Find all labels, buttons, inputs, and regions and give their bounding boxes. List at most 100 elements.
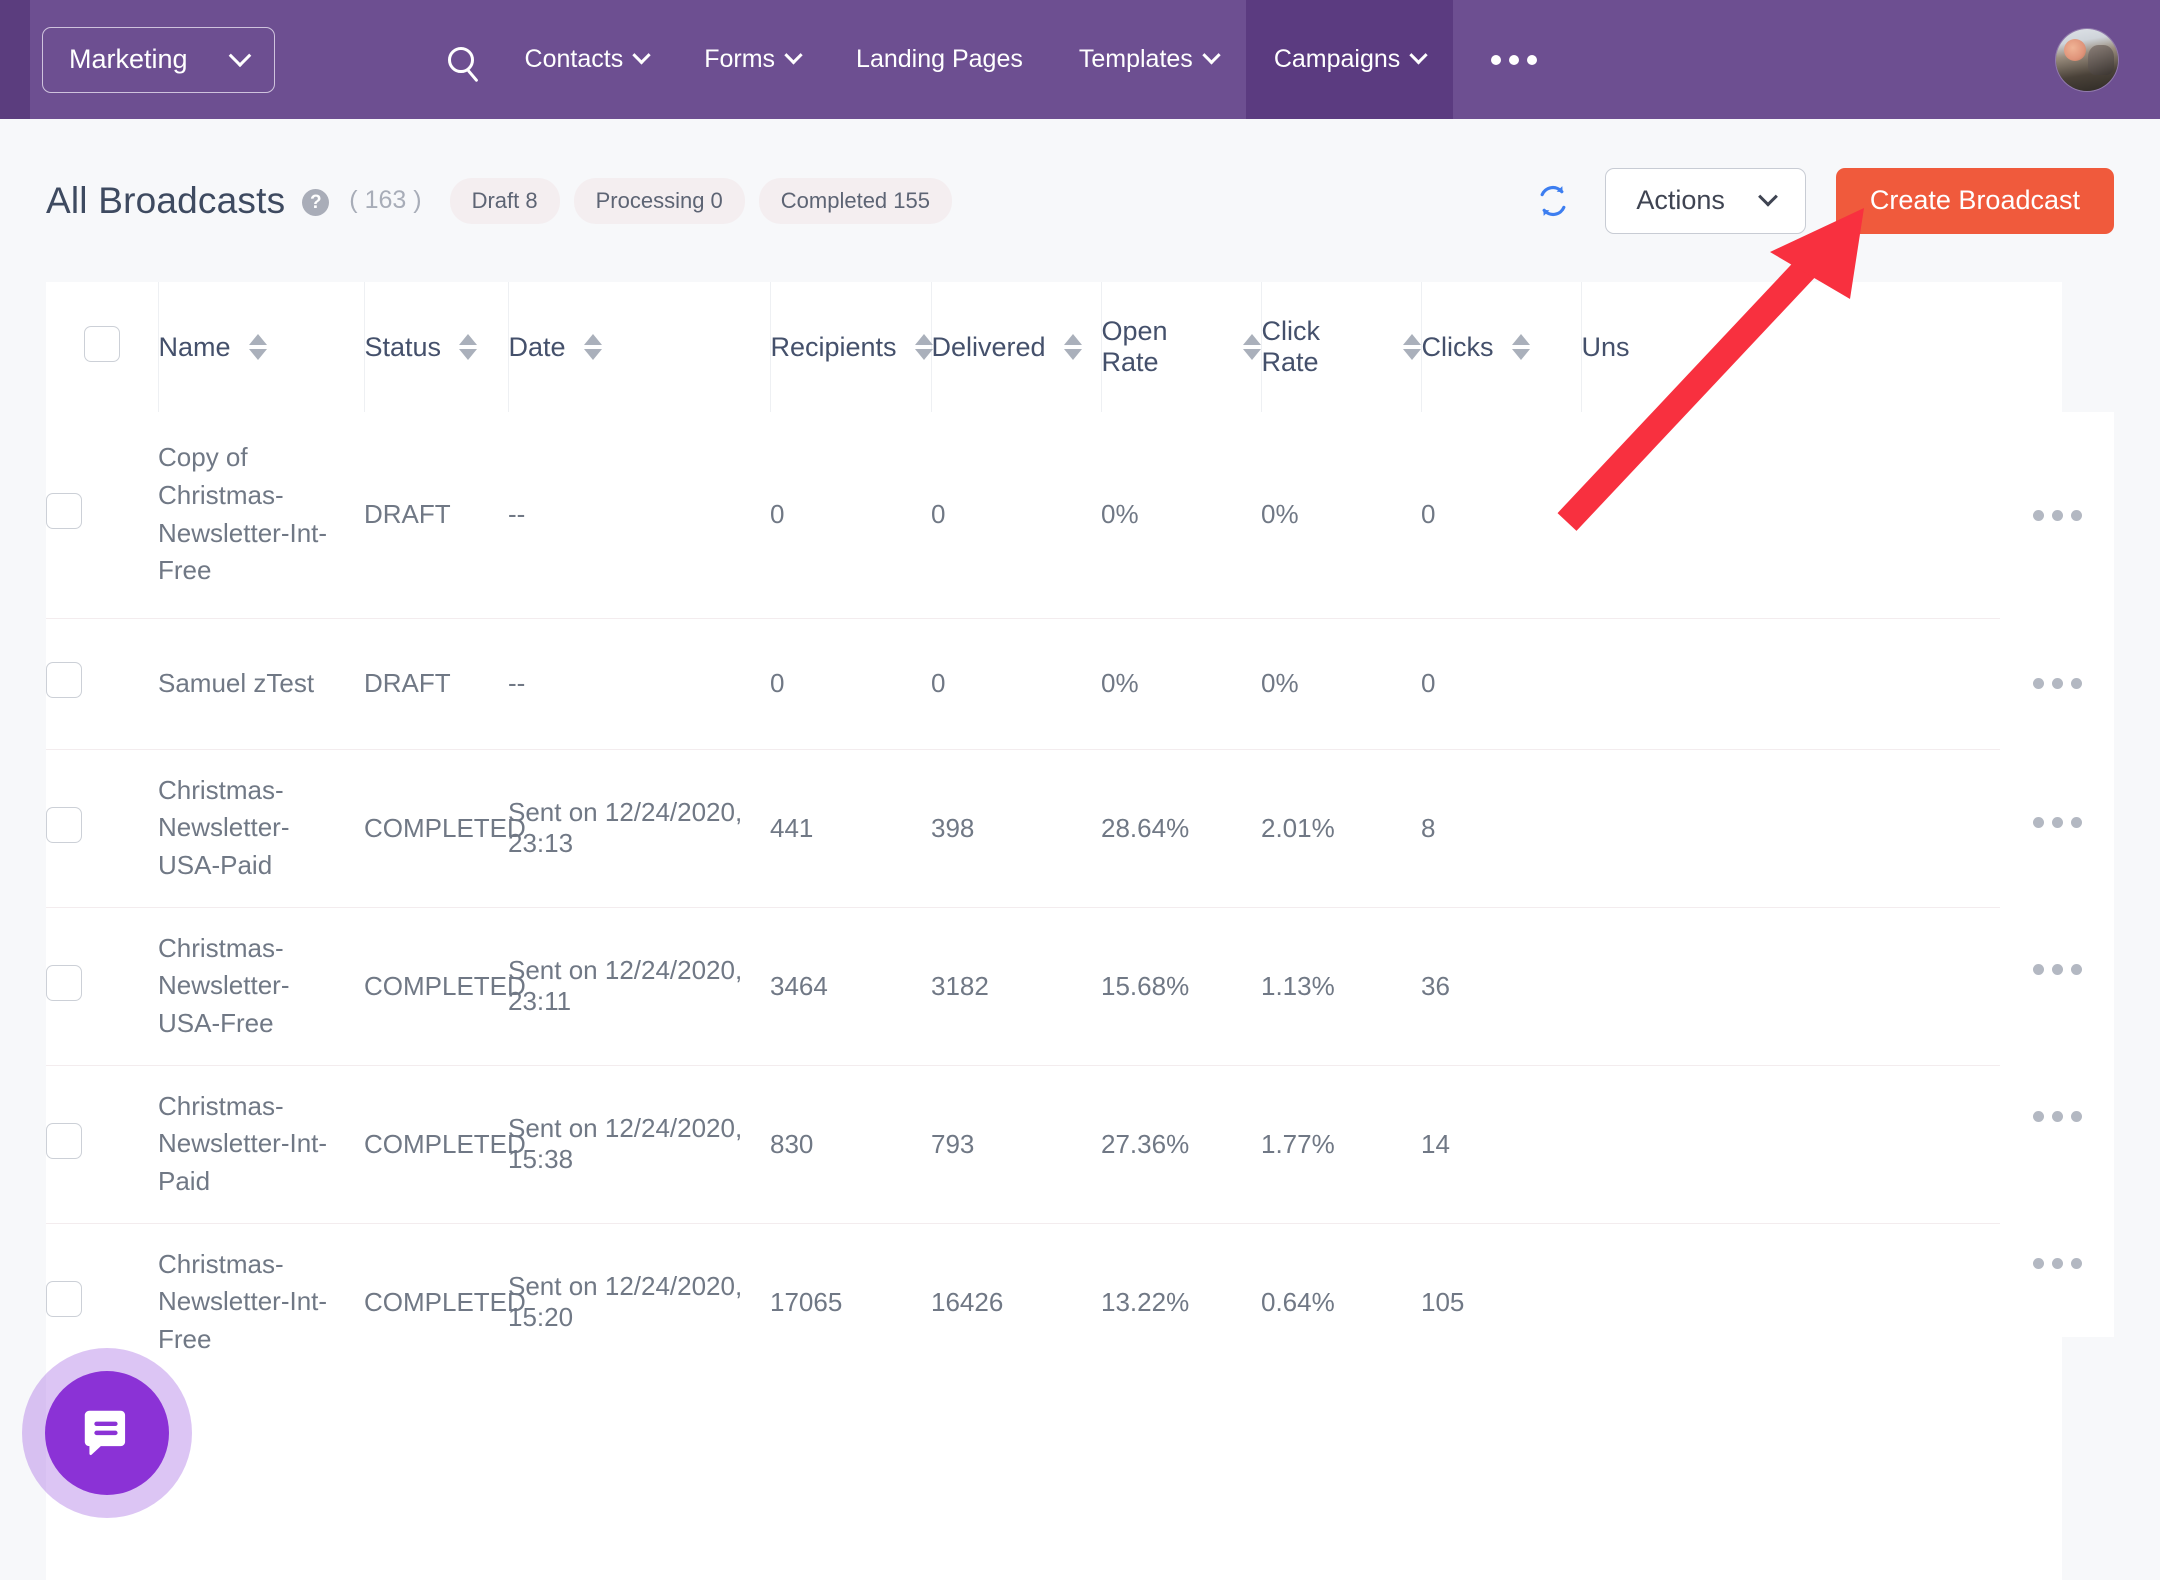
cell-open-rate: 0% bbox=[1101, 617, 1261, 749]
cell-click-rate: 2.01% bbox=[1261, 748, 1421, 908]
ellipsis-icon bbox=[1527, 54, 1538, 65]
ellipsis-icon bbox=[2032, 678, 2044, 689]
column-header-delivered[interactable]: Delivered bbox=[931, 282, 1102, 412]
row-checkbox[interactable] bbox=[46, 964, 82, 1001]
ellipsis-icon bbox=[2051, 817, 2063, 828]
row-menu-button[interactable] bbox=[2000, 896, 2114, 1043]
cell-status: COMPLETED bbox=[364, 1222, 526, 1381]
table-row[interactable]: Christmas-Newsletter-USA-Free COMPLETED … bbox=[46, 906, 2114, 1066]
chat-widget-inner bbox=[45, 1371, 169, 1495]
cell-date: Sent on 12/24/2020, 23:11 bbox=[508, 906, 770, 1066]
cell-date: -- bbox=[508, 617, 770, 749]
ellipsis-icon bbox=[2051, 678, 2063, 689]
table-row[interactable]: Christmas-Newsletter-USA-Paid COMPLETED … bbox=[46, 748, 2114, 908]
create-broadcast-button[interactable]: Create Broadcast bbox=[1835, 167, 2114, 234]
cell-delivered: 3182 bbox=[931, 906, 1101, 1066]
table-row[interactable]: Christmas-Newsletter-Int-Paid COMPLETED … bbox=[46, 1064, 2114, 1224]
column-header-unsubscribes[interactable]: Uns bbox=[1581, 282, 2114, 412]
sort-icon[interactable] bbox=[248, 334, 267, 360]
ellipsis-icon bbox=[2070, 1258, 2082, 1269]
search-icon bbox=[447, 46, 474, 73]
cell-status: DRAFT bbox=[364, 617, 508, 749]
chat-bubble-icon bbox=[84, 1410, 126, 1456]
status-badge-completed[interactable]: Completed 155 bbox=[758, 177, 952, 224]
workspace-switcher-button[interactable]: Marketing bbox=[42, 26, 275, 93]
nav-item-campaigns[interactable]: Campaigns bbox=[1245, 0, 1454, 119]
cell-clicks: 8 bbox=[1421, 748, 1581, 908]
row-menu-button[interactable] bbox=[2000, 1190, 2114, 1337]
actions-button-label: Actions bbox=[1636, 185, 1725, 215]
column-header-click-rate[interactable]: Click Rate bbox=[1261, 282, 1422, 412]
column-header-open-rate[interactable]: Open Rate bbox=[1101, 282, 1262, 412]
cell-clicks: 36 bbox=[1421, 906, 1581, 1066]
nav-item-contacts[interactable]: Contacts bbox=[497, 0, 677, 119]
cell-name: Christmas-Newsletter-USA-Paid bbox=[158, 748, 364, 908]
row-menu-button[interactable] bbox=[2000, 412, 2114, 618]
search-button[interactable] bbox=[425, 0, 497, 119]
nav-menu: Contacts Forms Landing Pages Templates C… bbox=[425, 0, 1576, 119]
row-checkbox-cell bbox=[46, 412, 158, 618]
row-checkbox[interactable] bbox=[46, 493, 82, 530]
select-all-checkbox[interactable] bbox=[83, 325, 120, 362]
cell-recipients: 3464 bbox=[770, 906, 931, 1066]
table-row[interactable]: Copy of Christmas-Newsletter-Int-Free DR… bbox=[46, 412, 2114, 618]
nav-item-landing-pages[interactable]: Landing Pages bbox=[828, 0, 1051, 119]
sort-icon[interactable] bbox=[914, 334, 933, 360]
sort-icon[interactable] bbox=[1511, 334, 1530, 360]
column-header-date[interactable]: Date bbox=[508, 282, 771, 412]
cell-delivered: 16426 bbox=[931, 1222, 1101, 1381]
status-badge-draft[interactable]: Draft 8 bbox=[449, 177, 560, 224]
row-checkbox[interactable] bbox=[46, 1280, 82, 1317]
column-header-recipients[interactable]: Recipients bbox=[770, 282, 933, 412]
chat-widget-button[interactable] bbox=[22, 1348, 192, 1518]
cell-open-rate: 0% bbox=[1101, 499, 1139, 530]
row-menu-button[interactable] bbox=[2000, 1043, 2114, 1190]
nav-item-label: Campaigns bbox=[1273, 45, 1401, 73]
column-header-clicks[interactable]: Clicks bbox=[1421, 282, 1582, 412]
cell-recipients: 830 bbox=[770, 1064, 931, 1224]
column-header-status[interactable]: Status bbox=[364, 282, 509, 412]
column-label: Uns bbox=[1581, 331, 1630, 362]
column-header-name[interactable]: Name bbox=[158, 282, 365, 412]
cell-delivered: 0 bbox=[931, 617, 1101, 749]
cell-recipients: 0 bbox=[770, 617, 931, 749]
sort-icon[interactable] bbox=[1063, 334, 1082, 360]
question-mark-icon[interactable]: ? bbox=[302, 189, 330, 216]
refresh-icon bbox=[1540, 185, 1566, 216]
cell-name: Christmas-Newsletter-Int-Free bbox=[158, 1222, 364, 1381]
column-label: Date bbox=[508, 331, 566, 362]
sort-icon[interactable] bbox=[1402, 334, 1421, 360]
status-badge-processing[interactable]: Processing 0 bbox=[573, 177, 745, 224]
actions-button[interactable]: Actions bbox=[1605, 167, 1806, 234]
column-label: Name bbox=[158, 331, 231, 362]
broadcasts-table-container[interactable]: Name Status Date Recipients Delivered Op… bbox=[46, 282, 2114, 1580]
column-label: Clicks bbox=[1421, 331, 1494, 362]
nav-item-label: Forms bbox=[704, 45, 776, 73]
row-menu-button[interactable] bbox=[2000, 618, 2114, 749]
cell-open-rate: 27.36% bbox=[1101, 1064, 1261, 1224]
table-row[interactable]: Samuel zTest DRAFT -- 0 0 0% 0% 0 bbox=[46, 617, 2114, 749]
cell-click-rate: 0.64% bbox=[1261, 1222, 1421, 1381]
sort-icon[interactable] bbox=[583, 334, 602, 360]
sort-icon[interactable] bbox=[459, 334, 478, 360]
cell-delivered: 0 bbox=[931, 499, 946, 530]
header-actions: Actions Create Broadcast bbox=[1531, 167, 2114, 234]
refresh-button[interactable] bbox=[1531, 179, 1575, 223]
nav-left-edge bbox=[0, 0, 30, 119]
cell-status: COMPLETED bbox=[364, 748, 526, 908]
nav-item-forms[interactable]: Forms bbox=[676, 0, 828, 119]
row-checkbox-cell bbox=[46, 1064, 158, 1224]
cell-status: COMPLETED bbox=[364, 1064, 526, 1224]
nav-item-templates[interactable]: Templates bbox=[1051, 0, 1246, 119]
table-row[interactable]: Christmas-Newsletter-Int-Free COMPLETED … bbox=[46, 1222, 2114, 1381]
row-checkbox[interactable] bbox=[46, 662, 82, 698]
cell-click-rate: 0% bbox=[1261, 617, 1421, 749]
row-checkbox[interactable] bbox=[46, 806, 82, 843]
nav-overflow-button[interactable] bbox=[1453, 0, 1575, 119]
cell-date: Sent on 12/24/2020, 15:20 bbox=[508, 1222, 770, 1381]
row-menu-button[interactable] bbox=[2000, 749, 2114, 896]
chevron-down-icon bbox=[784, 46, 803, 65]
row-checkbox[interactable] bbox=[46, 1122, 82, 1159]
avatar[interactable] bbox=[2056, 28, 2118, 91]
sort-icon[interactable] bbox=[1242, 334, 1261, 360]
